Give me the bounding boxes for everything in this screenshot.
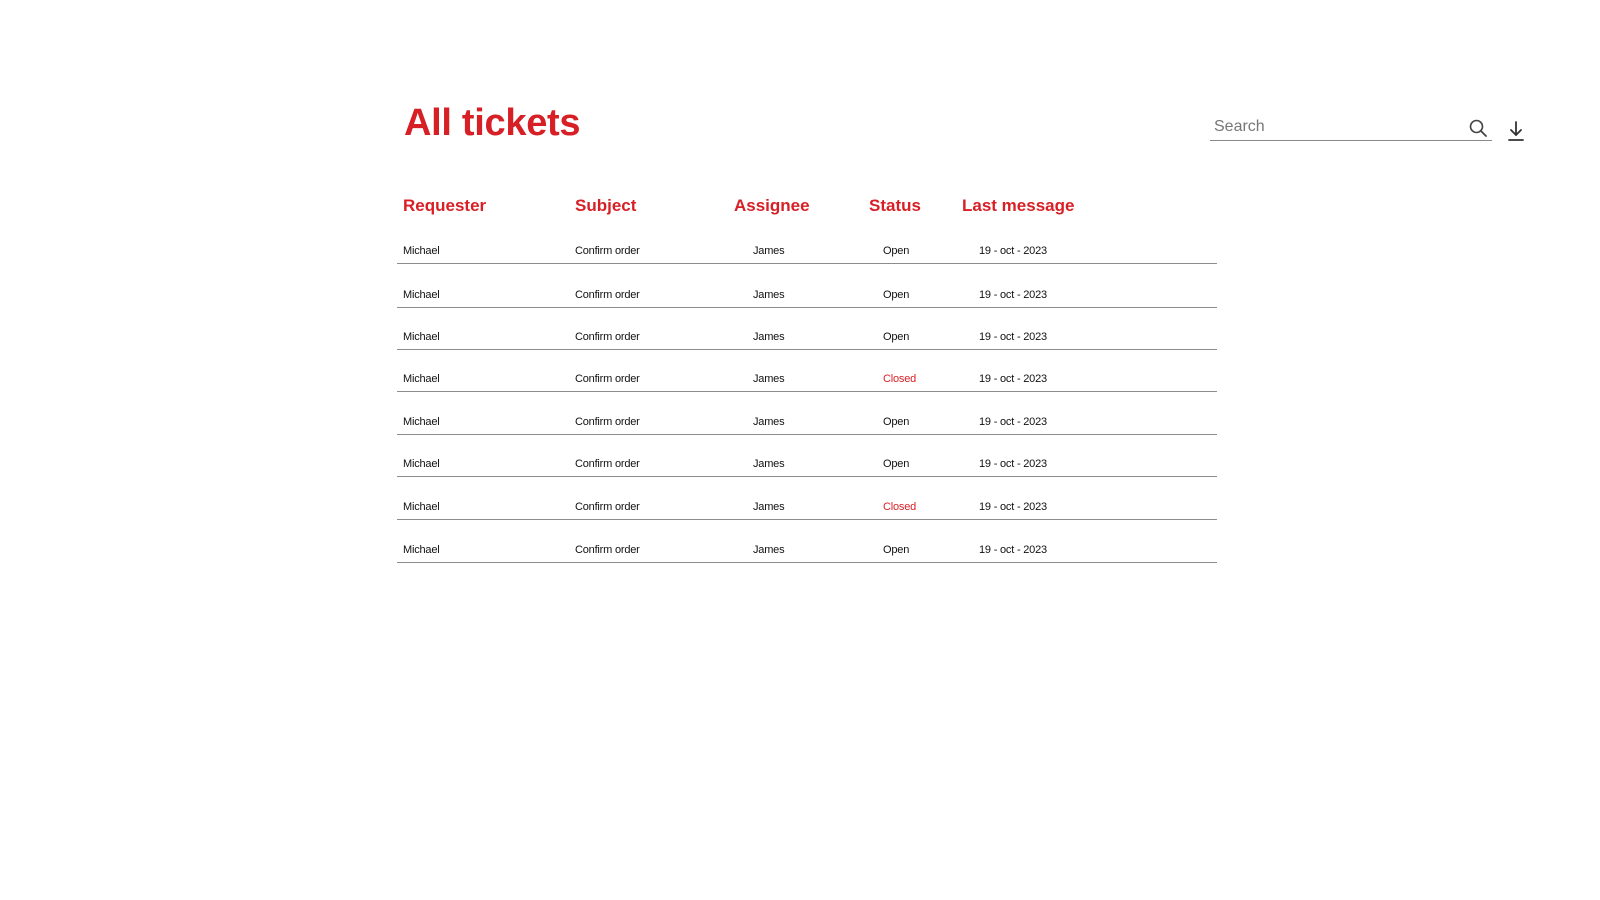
cell-status: Open — [883, 544, 910, 556]
cell-last-message: 19 - oct - 2023 — [979, 289, 1047, 301]
cell-status: Open — [883, 289, 910, 301]
cell-requester: Michael — [403, 331, 440, 343]
table-row[interactable]: Michael Confirm order James Open 19 - oct - … — [397, 392, 1217, 435]
cell-subject: Confirm order — [575, 245, 640, 257]
tickets-page: All tickets Requester Subject Assignee S… — [0, 0, 1600, 900]
cell-requester: Michael — [403, 501, 440, 513]
cell-last-message: 19 - oct - 2023 — [979, 373, 1047, 385]
cell-status: Open — [883, 331, 910, 343]
cell-assignee: James — [753, 245, 785, 257]
cell-subject: Confirm order — [575, 289, 640, 301]
table-row[interactable]: Michael Confirm order James Open 19 - oct - … — [397, 520, 1217, 563]
table-row[interactable]: Michael Confirm order James Open 19 - oct - … — [397, 435, 1217, 477]
tickets-table: Requester Subject Assignee Status Last m… — [397, 196, 1217, 563]
table-row[interactable]: Michael Confirm order James Closed 19 - oct … — [397, 350, 1217, 392]
cell-last-message: 19 - oct - 2023 — [979, 331, 1047, 343]
table-row[interactable]: Michael Confirm order James Open 19 - oct - … — [397, 264, 1217, 308]
cell-requester: Michael — [403, 289, 440, 301]
cell-subject: Confirm order — [575, 501, 640, 513]
cell-assignee: James — [753, 373, 785, 385]
cell-requester: Michael — [403, 245, 440, 257]
search-bar — [1210, 114, 1492, 141]
cell-subject: Confirm order — [575, 544, 640, 556]
column-header-last-message[interactable]: Last message — [962, 196, 1074, 216]
column-header-assignee[interactable]: Assignee — [734, 196, 810, 216]
cell-status: Closed — [883, 373, 917, 385]
search-input[interactable] — [1210, 115, 1464, 139]
cell-last-message: 19 - oct - 2023 — [979, 416, 1047, 428]
cell-subject: Confirm order — [575, 331, 640, 343]
column-header-status[interactable]: Status — [869, 196, 921, 216]
cell-status: Open — [883, 458, 910, 470]
table-row[interactable]: Michael Confirm order James Open 19 - oct - … — [397, 226, 1217, 264]
column-header-requester[interactable]: Requester — [403, 196, 486, 216]
cell-subject: Confirm order — [575, 458, 640, 470]
table-header: Requester Subject Assignee Status Last m… — [397, 196, 1217, 226]
cell-assignee: James — [753, 458, 785, 470]
cell-last-message: 19 - oct - 2023 — [979, 501, 1047, 513]
cell-subject: Confirm order — [575, 373, 640, 385]
search-icon[interactable] — [1468, 118, 1488, 138]
cell-requester: Michael — [403, 544, 440, 556]
download-icon[interactable] — [1506, 120, 1526, 142]
page-title: All tickets — [404, 102, 581, 144]
cell-last-message: 19 - oct - 2023 — [979, 544, 1047, 556]
cell-requester: Michael — [403, 416, 440, 428]
cell-subject: Confirm order — [575, 416, 640, 428]
cell-assignee: James — [753, 501, 785, 513]
cell-status: Closed — [883, 501, 917, 513]
cell-last-message: 19 - oct - 2023 — [979, 458, 1047, 470]
cell-requester: Michael — [403, 373, 440, 385]
table-body: Michael Confirm order James Open 19 - oct - … — [397, 226, 1217, 563]
column-header-subject[interactable]: Subject — [575, 196, 636, 216]
table-row[interactable]: Michael Confirm order James Closed 19 - oct … — [397, 477, 1217, 520]
cell-assignee: James — [753, 416, 785, 428]
cell-assignee: James — [753, 289, 785, 301]
cell-status: Open — [883, 245, 910, 257]
cell-status: Open — [883, 416, 910, 428]
cell-assignee: James — [753, 331, 785, 343]
cell-assignee: James — [753, 544, 785, 556]
cell-requester: Michael — [403, 458, 440, 470]
cell-last-message: 19 - oct - 2023 — [979, 245, 1047, 257]
table-row[interactable]: Michael Confirm order James Open 19 - oct - … — [397, 308, 1217, 350]
